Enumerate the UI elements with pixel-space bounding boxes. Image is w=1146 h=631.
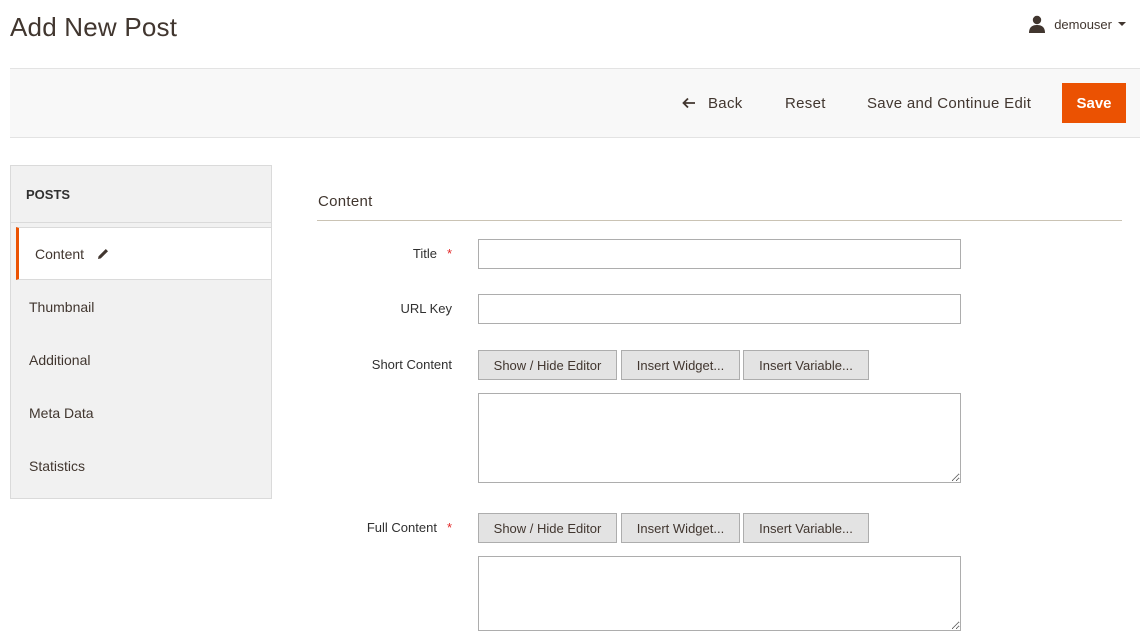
sidebar-item-content[interactable]: Content: [16, 227, 271, 280]
short-content-insert-widget-button[interactable]: Insert Widget...: [621, 350, 740, 380]
short-content-textarea[interactable]: [478, 393, 961, 483]
section-divider: [317, 220, 1122, 221]
full-content-label: Full Content: [366, 520, 437, 535]
chevron-down-icon: [1118, 22, 1126, 26]
full-content-insert-variable-button[interactable]: Insert Variable...: [743, 513, 869, 543]
save-button[interactable]: Save: [1062, 83, 1126, 123]
section-title: Content: [318, 193, 373, 210]
save-and-continue-button[interactable]: Save and Continue Edit: [867, 69, 1031, 137]
short-content-insert-variable-button[interactable]: Insert Variable...: [743, 350, 869, 380]
sidebar-item-label: Statistics: [29, 457, 86, 474]
full-content-textarea[interactable]: [478, 556, 961, 631]
url-key-label-row: URL Key: [292, 301, 452, 316]
sidebar-item-label: Additional: [29, 351, 91, 368]
page-title: Add New Post: [10, 12, 178, 42]
sidebar-item-label: Content: [35, 245, 85, 262]
sidebar-item-meta-data[interactable]: Meta Data: [11, 386, 271, 439]
sidebar-item-label: Meta Data: [29, 404, 94, 421]
full-content-toggle-editor-button[interactable]: Show / Hide Editor: [478, 513, 617, 543]
pencil-icon: [98, 248, 109, 259]
short-content-toggle-editor-button[interactable]: Show / Hide Editor: [478, 350, 617, 380]
title-label: Title: [412, 246, 437, 261]
sidebar-item-label: Thumbnail: [29, 298, 95, 315]
back-label: Back: [708, 94, 743, 112]
sidebar-item-thumbnail[interactable]: Thumbnail: [11, 280, 271, 333]
back-button[interactable]: Back: [682, 69, 743, 137]
short-content-label-row: Short Content: [292, 357, 452, 372]
url-key-input[interactable]: [478, 294, 961, 324]
required-mark: *: [446, 246, 452, 261]
title-label-row: Title *: [292, 246, 452, 261]
full-content-label-row: Full Content *: [292, 520, 452, 535]
username: demouser: [1054, 16, 1112, 32]
user-icon: [1029, 15, 1046, 33]
sidebar-title: POSTS: [11, 166, 271, 223]
short-content-label: Short Content: [371, 357, 452, 372]
reset-button[interactable]: Reset: [785, 69, 826, 137]
title-input[interactable]: [478, 239, 961, 269]
sidebar-item-statistics[interactable]: Statistics: [11, 439, 271, 492]
url-key-label: URL Key: [400, 301, 452, 316]
full-content-insert-widget-button[interactable]: Insert Widget...: [621, 513, 740, 543]
page-actions-toolbar: Back Reset Save and Continue Edit Save: [10, 68, 1140, 138]
arrow-left-icon: [682, 97, 695, 109]
required-mark: *: [446, 520, 452, 535]
sidebar-nav: POSTS Content Thumbnail Additional Meta …: [10, 165, 272, 499]
user-menu[interactable]: demouser: [1028, 15, 1126, 33]
sidebar-item-additional[interactable]: Additional: [11, 333, 271, 386]
